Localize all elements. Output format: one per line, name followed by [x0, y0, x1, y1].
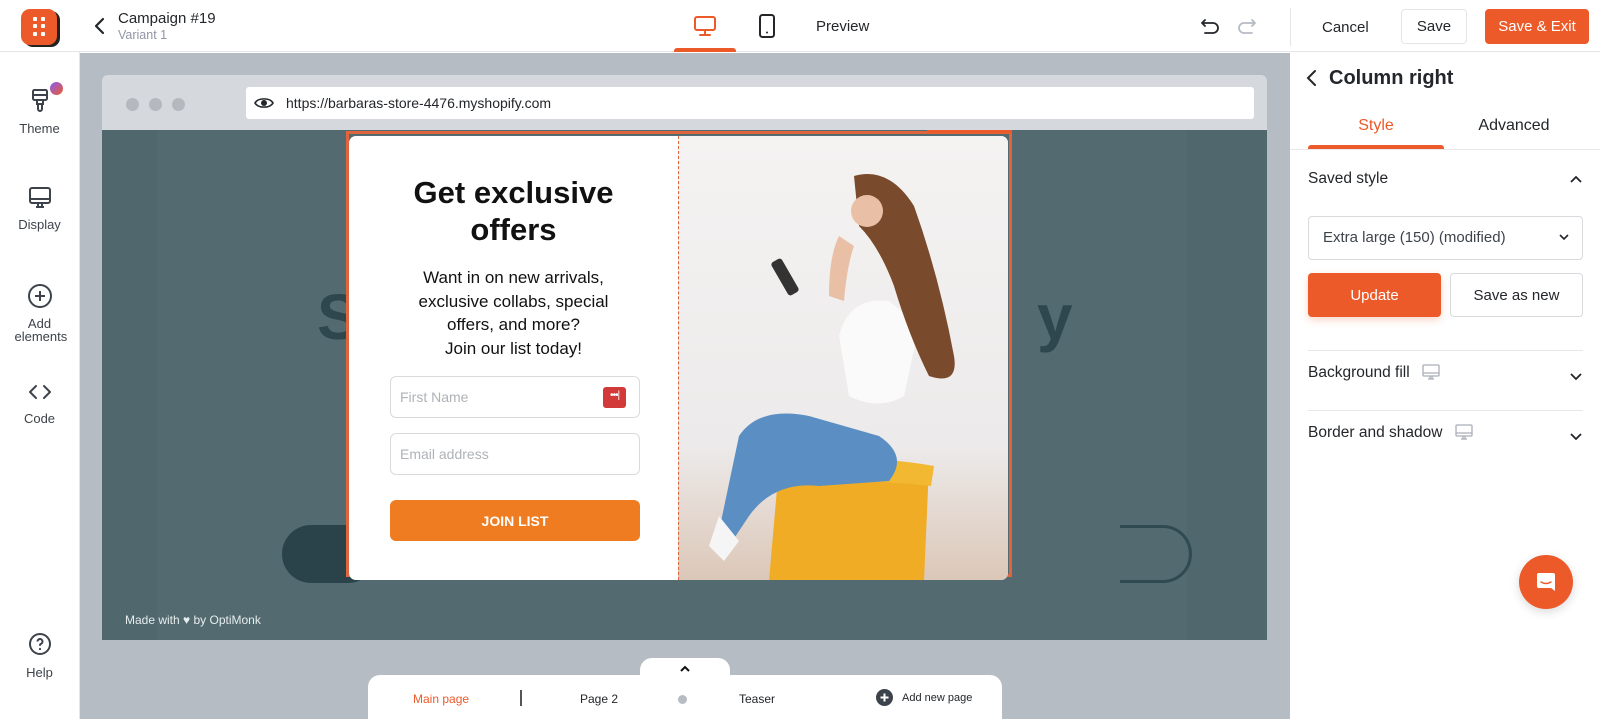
tab-style[interactable]: Style [1308, 117, 1444, 135]
browser-frame: https://barbaras-store-4476.myshopify.co… [102, 75, 1267, 640]
chevron-down-icon[interactable] [1569, 431, 1583, 441]
variant-label: Variant 1 [118, 28, 168, 42]
url-bar: https://barbaras-store-4476.myshopify.co… [246, 87, 1254, 119]
notification-badge [50, 82, 63, 95]
panel-title: Column right [1329, 67, 1454, 89]
chat-support-button[interactable] [1519, 555, 1573, 609]
border-shadow-header[interactable]: Border and shadow [1308, 424, 1473, 442]
toolbar-divider [1290, 8, 1291, 46]
sidebar-item-theme[interactable]: Theme [0, 82, 79, 136]
sidebar-item-add-elements[interactable]: Add elements [0, 283, 79, 343]
redo-icon[interactable] [1236, 16, 1258, 36]
update-button[interactable]: Update [1308, 273, 1441, 317]
chevron-up-icon[interactable] [1569, 174, 1583, 184]
sidebar-label: Display [18, 217, 61, 232]
sidebar-label: Code [23, 411, 56, 426]
background-heading-fragment: y [1037, 281, 1075, 353]
desktop-icon [1422, 364, 1440, 381]
section-divider [1308, 410, 1583, 411]
save-exit-button[interactable]: Save & Exit [1485, 9, 1589, 44]
top-bar: Campaign #19 Variant 1 Preview Cancel Sa… [0, 0, 1600, 52]
saved-style-header[interactable]: Saved style [1308, 170, 1388, 188]
left-sidebar: Theme Display Add elements Code Help [0, 52, 79, 719]
desktop-icon [1455, 424, 1473, 441]
column-left[interactable]: Get exclusive offers Want in on new arri… [349, 136, 678, 580]
add-new-page-button[interactable]: Add new page [876, 689, 972, 706]
page-bar: Main page Page 2 Teaser Add new page [368, 675, 1002, 719]
popup[interactable]: Get exclusive offers Want in on new arri… [349, 136, 1008, 580]
window-dots [126, 98, 185, 111]
column-right[interactable] [678, 136, 1008, 580]
background-button-outline [1120, 525, 1192, 583]
made-with-optimonk: Made with ♥ by OptiMonk [125, 613, 261, 627]
save-button[interactable]: Save [1401, 9, 1467, 44]
back-chevron-icon[interactable] [92, 16, 108, 36]
code-icon [28, 385, 51, 399]
help-circle-icon [28, 633, 51, 655]
popup-body-text[interactable]: Want in on new arrivals, exclusive colla… [349, 266, 678, 360]
password-manager-icon[interactable]: •••| [603, 387, 626, 408]
join-list-button[interactable]: JOIN LIST [390, 500, 640, 541]
sidebar-label: Theme [19, 121, 60, 136]
desktop-icon [694, 16, 716, 36]
popup-headline[interactable]: Get exclusive offers [349, 174, 678, 248]
email-input[interactable]: Email address [390, 433, 640, 475]
saved-style-select[interactable]: Extra large (150) (modified) [1308, 216, 1583, 260]
section-divider [1308, 350, 1583, 351]
chevron-up-icon [680, 665, 690, 672]
website-preview: S y Made with ♥ by OptiMonk Get exclusiv… [102, 130, 1267, 640]
page-tab-main[interactable]: Main page [413, 692, 469, 706]
mobile-view-button[interactable] [736, 0, 798, 52]
monitor-icon [28, 187, 51, 208]
sidebar-label: Add elements [14, 316, 68, 344]
page-connector-dot [678, 695, 687, 704]
woman-with-phone-image [709, 174, 955, 580]
desktop-view-button[interactable] [674, 0, 736, 52]
sidebar-label: Help [26, 665, 53, 680]
optimonk-logo[interactable] [21, 9, 57, 45]
properties-panel: Column right Style Advanced Saved style … [1290, 53, 1600, 719]
back-chevron-icon[interactable] [1304, 67, 1320, 89]
preview-button[interactable]: Preview [816, 18, 869, 35]
url-text: https://barbaras-store-4476.myshopify.co… [286, 95, 552, 111]
first-name-input[interactable]: First Name •••| [390, 376, 640, 418]
cancel-button[interactable]: Cancel [1308, 11, 1383, 43]
editor-canvas: https://barbaras-store-4476.myshopify.co… [80, 53, 1290, 719]
mobile-icon [759, 14, 775, 38]
tab-divider [1290, 149, 1600, 150]
paint-brush-icon [31, 89, 48, 112]
page-tab-page-2[interactable]: Page 2 [580, 692, 618, 706]
undo-icon[interactable] [1199, 16, 1221, 36]
eye-icon [254, 98, 274, 108]
background-fill-header[interactable]: Background fill [1308, 364, 1440, 382]
sidebar-item-display[interactable]: Display [0, 186, 79, 231]
sidebar-item-code[interactable]: Code [0, 382, 79, 425]
chevron-down-icon [1559, 234, 1569, 241]
sidebar-item-help[interactable]: Help [0, 632, 79, 679]
chevron-down-icon[interactable] [1569, 371, 1583, 381]
tab-advanced[interactable]: Advanced [1446, 117, 1582, 135]
page-separator [520, 690, 522, 706]
campaign-title: Campaign #19 [118, 10, 216, 27]
chat-icon [1537, 573, 1555, 591]
page-tab-teaser[interactable]: Teaser [739, 692, 775, 706]
plus-circle-filled-icon [876, 689, 893, 706]
save-as-new-button[interactable]: Save as new [1450, 273, 1583, 317]
plus-circle-icon [27, 284, 52, 308]
